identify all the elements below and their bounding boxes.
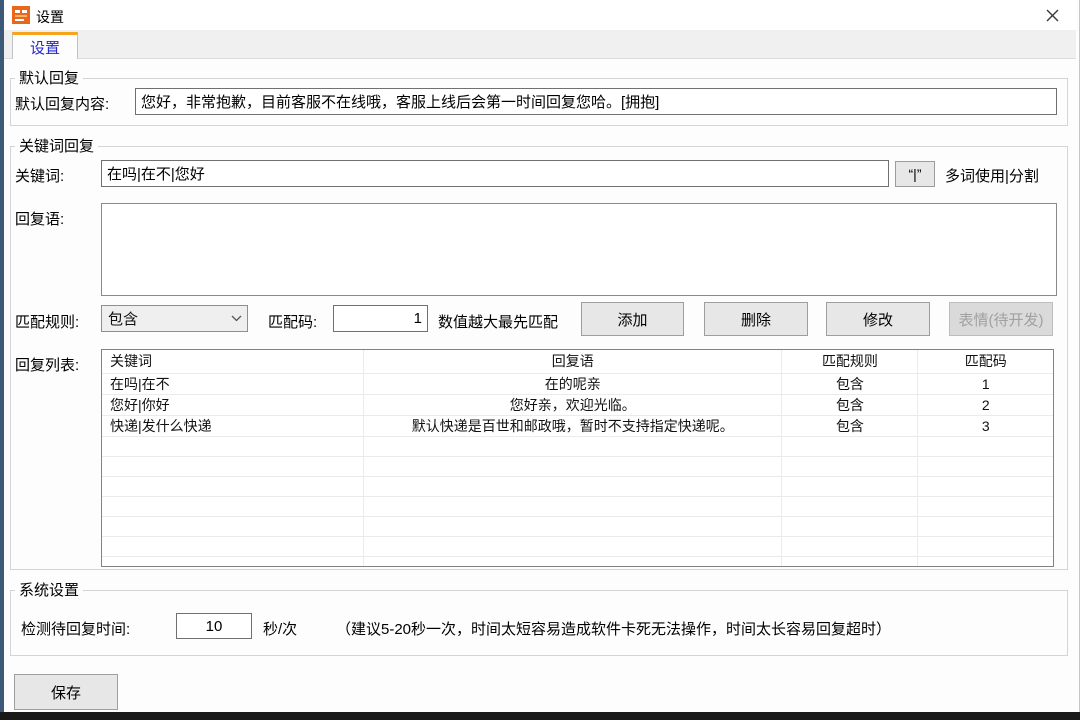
- check-time-input[interactable]: [176, 613, 252, 639]
- default-reply-content-label: 默认回复内容:: [15, 93, 109, 114]
- cell-code: 3: [918, 415, 1053, 436]
- cell-keyword: 在吗|在不: [102, 373, 364, 394]
- group-keyword-reply: 关键词回复 关键词: “|” 多词使用|分割 回复语: 匹配规则: 包含 匹配码…: [10, 146, 1068, 570]
- column-header-code[interactable]: 匹配码: [918, 350, 1053, 373]
- chevron-down-icon: [225, 315, 247, 322]
- settings-window: 设置 设置 默认回复 默认回复内容: 关键词回复 关键词:: [4, 0, 1080, 712]
- tab-settings[interactable]: 设置: [12, 32, 78, 60]
- group-keyword-reply-title: 关键词回复: [15, 137, 98, 156]
- column-header-reply[interactable]: 回复语: [364, 350, 782, 373]
- match-rule-select[interactable]: 包含: [101, 305, 248, 332]
- reply-table: 关键词 回复语 匹配规则 匹配码 在吗|在不 在的呢亲 包含 1: [101, 349, 1054, 567]
- check-time-hint: （建议5-20秒一次，时间太短容易造成软件卡死无法操作，时间太长容易回复超时）: [336, 618, 891, 639]
- cell-reply: 在的呢亲: [364, 373, 782, 394]
- emoji-button-disabled: 表情(待开发): [949, 302, 1053, 336]
- cell-reply: 默认快递是百世和邮政哦，暂时不支持指定快递呢。: [364, 415, 782, 436]
- column-header-keyword[interactable]: 关键词: [102, 350, 364, 373]
- empty-row: [102, 436, 1053, 456]
- cell-rule: 包含: [782, 394, 918, 415]
- desktop-edge-bottom: [0, 712, 1080, 720]
- group-default-reply: 默认回复 默认回复内容:: [10, 78, 1068, 126]
- group-default-reply-title: 默认回复: [15, 69, 83, 88]
- cell-keyword: 快递|发什么快递: [102, 415, 364, 436]
- modify-button[interactable]: 修改: [826, 302, 930, 336]
- empty-row: [102, 456, 1053, 476]
- insert-separator-button[interactable]: “|”: [895, 161, 935, 187]
- match-rule-label: 匹配规则:: [15, 311, 79, 332]
- tab-settings-label: 设置: [30, 37, 60, 58]
- cell-rule: 包含: [782, 415, 918, 436]
- window-title: 设置: [36, 7, 64, 27]
- cell-rule: 包含: [782, 373, 918, 394]
- table-header-row: 关键词 回复语 匹配规则 匹配码: [102, 350, 1053, 373]
- add-button[interactable]: 添加: [581, 302, 684, 336]
- keyword-label: 关键词:: [15, 165, 64, 186]
- tab-page: 默认回复 默认回复内容: 关键词回复 关键词: “|” 多词使用|分割 回复语:…: [4, 59, 1076, 712]
- group-system-settings-title: 系统设置: [15, 581, 83, 600]
- titlebar: 设置: [4, 0, 1076, 30]
- reply-textarea[interactable]: [101, 203, 1057, 296]
- reply-label: 回复语:: [15, 208, 64, 229]
- cell-code: 2: [918, 394, 1053, 415]
- separator-hint: 多词使用|分割: [945, 165, 1039, 186]
- save-button[interactable]: 保存: [14, 674, 118, 710]
- check-time-unit: 秒/次: [263, 618, 297, 639]
- empty-row: [102, 516, 1053, 536]
- cell-code: 1: [918, 373, 1053, 394]
- match-code-input[interactable]: [333, 305, 428, 332]
- match-code-label: 匹配码:: [268, 311, 317, 332]
- column-header-rule[interactable]: 匹配规则: [782, 350, 918, 373]
- match-priority-hint: 数值越大最先匹配: [438, 311, 558, 332]
- table-row[interactable]: 在吗|在不 在的呢亲 包含 1: [102, 373, 1053, 394]
- table-row[interactable]: 快递|发什么快递 默认快递是百世和邮政哦，暂时不支持指定快递呢。 包含 3: [102, 415, 1053, 436]
- empty-row: [102, 496, 1053, 516]
- reply-list-label: 回复列表:: [15, 354, 79, 375]
- group-system-settings: 系统设置 检测待回复时间: 秒/次 （建议5-20秒一次，时间太短容易造成软件卡…: [10, 590, 1068, 656]
- app-icon: [12, 6, 30, 24]
- cell-reply: 您好亲，欢迎光临。: [364, 394, 782, 415]
- cell-keyword: 您好|你好: [102, 394, 364, 415]
- empty-row: [102, 536, 1053, 556]
- delete-button[interactable]: 删除: [704, 302, 808, 336]
- empty-row: [102, 476, 1053, 496]
- default-reply-content-input[interactable]: [135, 88, 1057, 115]
- close-icon: [1046, 9, 1059, 22]
- keyword-input[interactable]: [101, 160, 889, 187]
- empty-row: [102, 556, 1053, 567]
- check-time-label: 检测待回复时间:: [21, 618, 130, 639]
- close-button[interactable]: [1032, 3, 1072, 28]
- match-rule-selected-value: 包含: [102, 308, 225, 329]
- tab-strip: 设置: [4, 30, 1076, 59]
- table-row[interactable]: 您好|你好 您好亲，欢迎光临。 包含 2: [102, 394, 1053, 415]
